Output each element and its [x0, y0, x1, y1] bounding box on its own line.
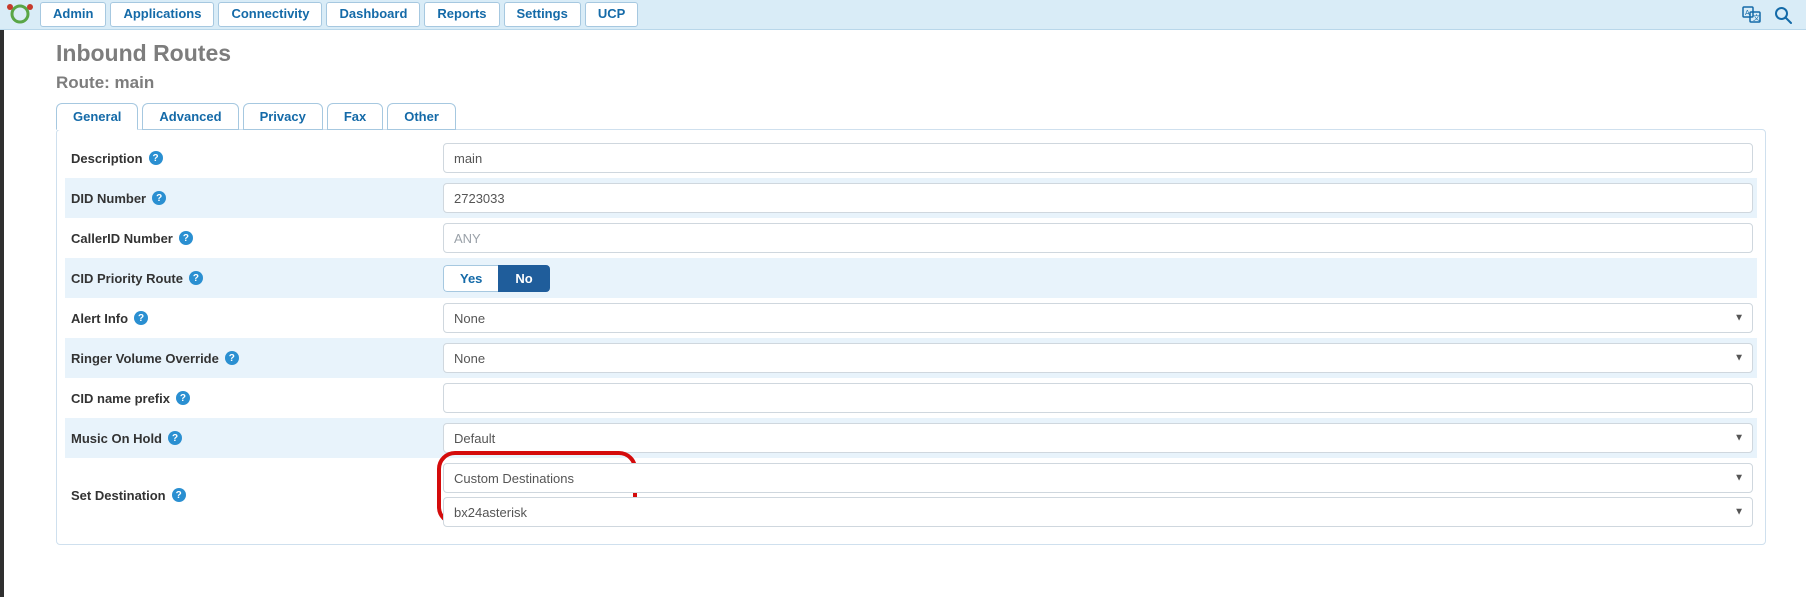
- label-callerid: CallerID Number ?: [65, 218, 443, 258]
- nav-ucp[interactable]: UCP: [585, 2, 638, 27]
- label-cid-prefix-text: CID name prefix: [71, 391, 170, 406]
- tab-advanced[interactable]: Advanced: [142, 103, 238, 130]
- label-did-number-text: DID Number: [71, 191, 146, 206]
- label-destination-text: Set Destination: [71, 488, 166, 503]
- row-cid-prefix: CID name prefix ?: [65, 378, 1757, 418]
- ringer-volume-value: None: [454, 351, 485, 366]
- row-callerid: CallerID Number ?: [65, 218, 1757, 258]
- top-navbar: Admin Applications Connectivity Dashboar…: [0, 0, 1806, 30]
- chevron-down-icon: ▼: [1734, 313, 1744, 324]
- chevron-down-icon: ▼: [1734, 507, 1744, 518]
- tab-fax[interactable]: Fax: [327, 103, 383, 130]
- tab-general[interactable]: General: [56, 103, 138, 130]
- cid-prefix-input[interactable]: [443, 383, 1753, 413]
- tab-other[interactable]: Other: [387, 103, 456, 130]
- svg-text:A: A: [1745, 10, 1750, 17]
- label-moh-text: Music On Hold: [71, 431, 162, 446]
- nav-left: Admin Applications Connectivity Dashboar…: [4, 2, 638, 27]
- label-moh: Music On Hold ?: [65, 418, 443, 458]
- label-callerid-text: CallerID Number: [71, 231, 173, 246]
- nav-admin[interactable]: Admin: [40, 2, 106, 27]
- label-cid-priority-text: CID Priority Route: [71, 271, 183, 286]
- label-destination: Set Destination ?: [65, 458, 443, 532]
- tab-privacy[interactable]: Privacy: [243, 103, 323, 130]
- cid-priority-toggle: Yes No: [443, 265, 1753, 292]
- page-body: Inbound Routes Route: main General Advan…: [0, 30, 1806, 545]
- callerid-input[interactable]: [443, 223, 1753, 253]
- help-icon[interactable]: ?: [179, 231, 193, 245]
- nav-reports[interactable]: Reports: [424, 2, 499, 27]
- app-logo-icon: [4, 2, 36, 26]
- row-ringer-volume: Ringer Volume Override ? None ▼: [65, 338, 1757, 378]
- ringer-volume-select[interactable]: None ▼: [443, 343, 1753, 373]
- moh-select[interactable]: Default ▼: [443, 423, 1753, 453]
- alert-info-select[interactable]: None ▼: [443, 303, 1753, 333]
- help-icon[interactable]: ?: [152, 191, 166, 205]
- label-ringer-volume-text: Ringer Volume Override: [71, 351, 219, 366]
- row-destination: Set Destination ? Custom Destinations ▼ …: [65, 458, 1757, 532]
- label-cid-priority: CID Priority Route ?: [65, 258, 443, 298]
- page-subtitle: Route: main: [56, 73, 1806, 93]
- destination-category-select[interactable]: Custom Destinations ▼: [443, 463, 1753, 493]
- chevron-down-icon: ▼: [1734, 353, 1744, 364]
- label-description-text: Description: [71, 151, 143, 166]
- label-alert-info-text: Alert Info: [71, 311, 128, 326]
- row-cid-priority: CID Priority Route ? Yes No: [65, 258, 1757, 298]
- tab-strip: General Advanced Privacy Fax Other: [56, 103, 1806, 129]
- description-input[interactable]: [443, 143, 1753, 173]
- help-icon[interactable]: ?: [172, 488, 186, 502]
- language-icon[interactable]: A文: [1742, 6, 1762, 24]
- nav-right: A文: [1742, 6, 1800, 24]
- nav-connectivity[interactable]: Connectivity: [218, 2, 322, 27]
- page-title: Inbound Routes: [56, 40, 1806, 67]
- cid-priority-yes[interactable]: Yes: [443, 265, 498, 292]
- did-number-input[interactable]: [443, 183, 1753, 213]
- label-description: Description ?: [65, 138, 443, 178]
- row-did-number: DID Number ?: [65, 178, 1757, 218]
- search-icon[interactable]: [1774, 6, 1792, 24]
- help-icon[interactable]: ?: [176, 391, 190, 405]
- cid-priority-no[interactable]: No: [498, 265, 549, 292]
- destination-target-value: bx24asterisk: [454, 505, 527, 520]
- help-icon[interactable]: ?: [189, 271, 203, 285]
- label-did-number: DID Number ?: [65, 178, 443, 218]
- form-panel: Description ? DID Number ? CallerID Numb…: [56, 129, 1766, 545]
- help-icon[interactable]: ?: [168, 431, 182, 445]
- nav-applications[interactable]: Applications: [110, 2, 214, 27]
- label-cid-prefix: CID name prefix ?: [65, 378, 443, 418]
- nav-dashboard[interactable]: Dashboard: [326, 2, 420, 27]
- destination-target-select[interactable]: bx24asterisk ▼: [443, 497, 1753, 527]
- help-icon[interactable]: ?: [149, 151, 163, 165]
- svg-text:文: 文: [1753, 13, 1760, 22]
- label-alert-info: Alert Info ?: [65, 298, 443, 338]
- chevron-down-icon: ▼: [1734, 433, 1744, 444]
- row-alert-info: Alert Info ? None ▼: [65, 298, 1757, 338]
- help-icon[interactable]: ?: [134, 311, 148, 325]
- nav-settings[interactable]: Settings: [504, 2, 581, 27]
- help-icon[interactable]: ?: [225, 351, 239, 365]
- label-ringer-volume: Ringer Volume Override ?: [65, 338, 443, 378]
- chevron-down-icon: ▼: [1734, 473, 1744, 484]
- row-moh: Music On Hold ? Default ▼: [65, 418, 1757, 458]
- moh-value: Default: [454, 431, 495, 446]
- destination-category-value: Custom Destinations: [454, 471, 574, 486]
- alert-info-value: None: [454, 311, 485, 326]
- row-description: Description ?: [65, 138, 1757, 178]
